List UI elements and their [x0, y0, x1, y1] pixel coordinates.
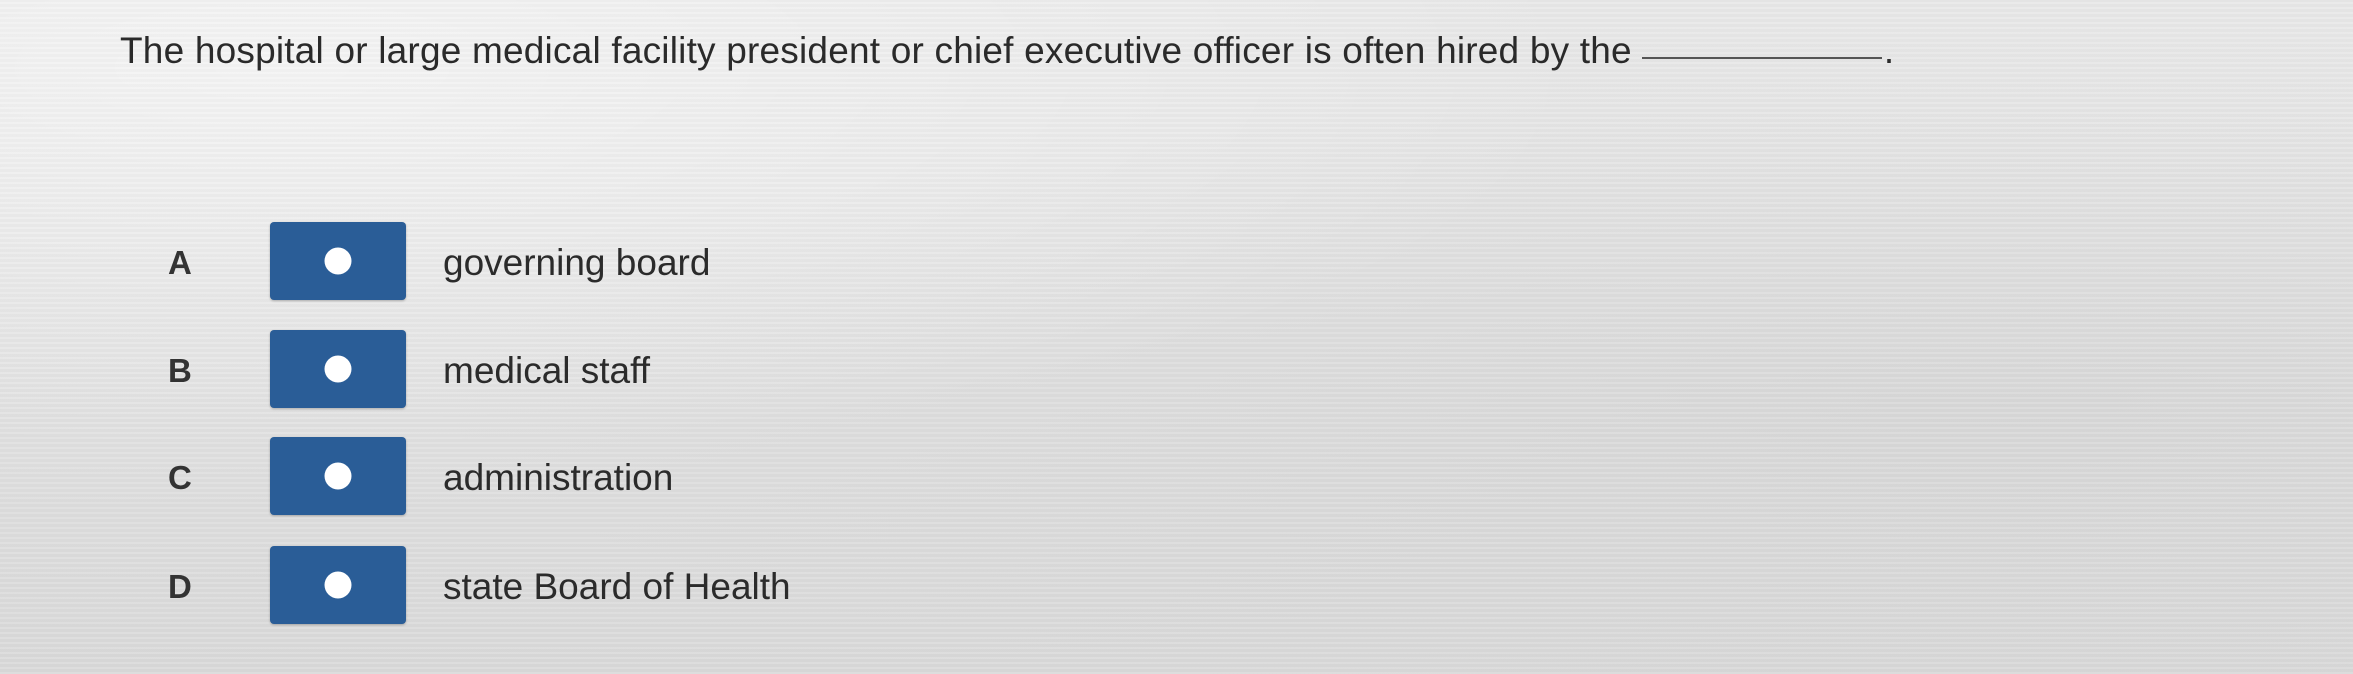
option-letter: B	[168, 352, 192, 389]
answer-options: A governing board B medical staff C admi…	[0, 0, 2353, 674]
option-c-button[interactable]	[270, 437, 406, 515]
option-d[interactable]: D state Board of Health	[0, 546, 1200, 628]
option-b[interactable]: B medical staff	[0, 330, 1200, 412]
radio-dot-icon	[324, 355, 352, 383]
radio-dot-icon	[324, 462, 352, 490]
option-d-button[interactable]	[270, 546, 406, 624]
option-b-button[interactable]	[270, 330, 406, 408]
option-letter: D	[168, 568, 192, 605]
option-label: administration	[443, 457, 674, 498]
option-label: state Board of Health	[443, 566, 791, 607]
option-label: governing board	[443, 242, 711, 283]
option-label: medical staff	[443, 350, 651, 391]
option-a-button[interactable]	[270, 222, 406, 300]
option-a[interactable]: A governing board	[0, 222, 1200, 304]
radio-dot-icon	[324, 571, 352, 599]
option-c[interactable]: C administration	[0, 437, 1200, 519]
option-letter: C	[168, 459, 192, 496]
option-letter: A	[168, 244, 192, 281]
radio-dot-icon	[324, 247, 352, 275]
